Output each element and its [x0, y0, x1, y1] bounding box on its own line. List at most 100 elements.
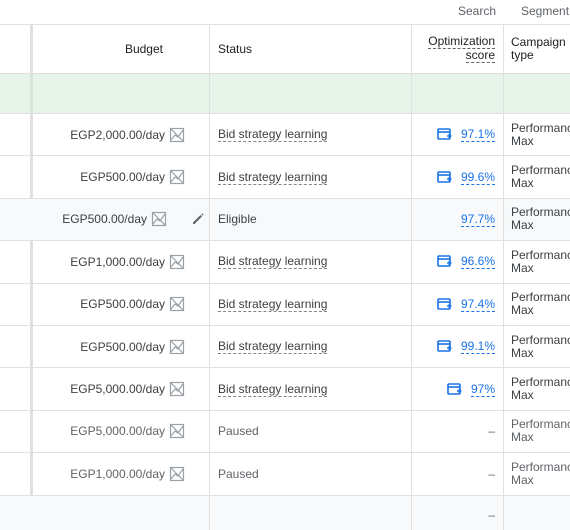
- status-cell[interactable]: Bid strategy learning: [210, 368, 412, 410]
- budget-report-chart-icon[interactable]: [169, 296, 185, 312]
- budget-cell[interactable]: EGP500.00/day: [33, 156, 210, 198]
- table-row[interactable]: EGP500.00/day Bid strategy learning 99.1…: [0, 325, 570, 369]
- optimization-score-value[interactable]: 96.6%: [460, 254, 495, 270]
- optimization-score-value[interactable]: 99.1%: [460, 339, 495, 355]
- optimization-score-cell[interactable]: –: [412, 410, 504, 453]
- status-text[interactable]: Bid strategy learning: [218, 127, 328, 143]
- budget-cell[interactable]: EGP500.00/day: [33, 283, 210, 325]
- row-lead-cell: [0, 368, 30, 409]
- table-row[interactable]: EGP1,000.00/day Paused – Performance Max: [0, 453, 570, 496]
- optimization-score-column-header[interactable]: Optimization score: [412, 25, 504, 73]
- table-row[interactable]: EGP5,000.00/day Bid strategy learning 97…: [0, 368, 570, 411]
- budget-cell[interactable]: EGP500.00/day: [33, 325, 210, 368]
- status-text[interactable]: Bid strategy learning: [218, 254, 328, 270]
- budget-cell[interactable]: EGP500.00/day: [33, 198, 210, 241]
- table-footer-row: –: [0, 495, 570, 530]
- optimization-score-cell[interactable]: 97.4%: [412, 283, 504, 325]
- status-text[interactable]: Eligible: [218, 212, 257, 226]
- table-toolbar: Search Segment: [0, 0, 570, 24]
- table-row[interactable]: EGP500.00/day Eligible 97.7% Performance…: [0, 198, 570, 242]
- budget-report-chart-icon[interactable]: [169, 169, 185, 185]
- budget-value: EGP2,000.00/day: [70, 127, 165, 142]
- optimization-score-value: –: [488, 466, 495, 481]
- budget-cell[interactable]: EGP2,000.00/day: [33, 114, 210, 156]
- apply-recommendation-icon[interactable]: [437, 340, 452, 353]
- status-cell[interactable]: Bid strategy learning: [210, 114, 412, 156]
- campaign-type-line2: Max: [511, 260, 534, 275]
- apply-recommendation-icon[interactable]: [437, 255, 452, 268]
- edit-budget-pencil-icon[interactable]: [191, 212, 205, 226]
- table-row[interactable]: EGP1,000.00/day Bid strategy learning 96…: [0, 241, 570, 284]
- footer-type-cell: [504, 495, 570, 530]
- optimization-score-cell[interactable]: 97.1%: [412, 114, 504, 156]
- optimization-score-cell[interactable]: 99.6%: [412, 156, 504, 198]
- table-row[interactable]: EGP500.00/day Bid strategy learning 97.4…: [0, 283, 570, 326]
- optimization-score-value[interactable]: 97.1%: [460, 127, 495, 143]
- table-row[interactable]: EGP2,000.00/day Bid strategy learning 97…: [0, 114, 570, 157]
- budget-report-chart-icon[interactable]: [169, 423, 185, 439]
- status-cell[interactable]: Eligible: [210, 198, 412, 241]
- footer-opt-cell: –: [412, 495, 504, 530]
- status-cell[interactable]: Bid strategy learning: [210, 156, 412, 198]
- row-lead-cell: [0, 241, 30, 282]
- budget-report-chart-icon[interactable]: [169, 339, 185, 355]
- apply-recommendation-icon[interactable]: [437, 128, 452, 141]
- optimization-score-cell[interactable]: –: [412, 453, 504, 495]
- row-lead-cell: [0, 284, 30, 325]
- status-text[interactable]: Paused: [218, 467, 259, 481]
- budget-cell[interactable]: EGP1,000.00/day: [33, 453, 210, 495]
- apply-recommendation-icon[interactable]: [447, 382, 462, 396]
- total-status-cell: [210, 74, 412, 113]
- apply-recommendation-icon[interactable]: [437, 297, 452, 311]
- campaign-type-line2: Max: [511, 303, 534, 318]
- optimization-score-value[interactable]: 97%: [470, 382, 495, 397]
- campaign-type-cell: Performance Max: [504, 241, 570, 282]
- status-cell[interactable]: Bid strategy learning: [210, 325, 412, 368]
- campaign-type-column-header[interactable]: Campaign type: [504, 25, 570, 73]
- row-lead-cell: [0, 114, 30, 155]
- budget-report-chart-icon[interactable]: [151, 211, 167, 227]
- budget-column-header[interactable]: Budget: [33, 25, 210, 73]
- table-row[interactable]: EGP5,000.00/day Paused – Performance Max: [0, 410, 570, 454]
- campaign-type-line2: Max: [511, 345, 534, 360]
- total-type-cell: [504, 74, 570, 113]
- optimization-score-value[interactable]: 97.4%: [460, 297, 495, 312]
- search-button[interactable]: Search: [458, 4, 496, 18]
- status-text[interactable]: Bid strategy learning: [218, 382, 328, 397]
- campaign-type-line2: Max: [511, 472, 534, 487]
- footer-lead-cell: [0, 495, 30, 530]
- status-cell[interactable]: Bid strategy learning: [210, 241, 412, 283]
- budget-report-chart-icon[interactable]: [169, 381, 185, 397]
- table-row[interactable]: EGP500.00/day Bid strategy learning 99.6…: [0, 156, 570, 199]
- status-text[interactable]: Paused: [218, 424, 259, 438]
- budget-cell[interactable]: EGP1,000.00/day: [33, 241, 210, 283]
- status-cell[interactable]: Bid strategy learning: [210, 283, 412, 325]
- budget-cell[interactable]: EGP5,000.00/day: [33, 368, 210, 410]
- total-row: [0, 74, 570, 114]
- budget-report-chart-icon[interactable]: [169, 127, 185, 143]
- row-lead-cell: [0, 411, 30, 452]
- budget-value: EGP1,000.00/day: [70, 254, 165, 269]
- optimization-score-value: –: [488, 424, 495, 439]
- optimization-score-cell[interactable]: 96.6%: [412, 241, 504, 283]
- status-text[interactable]: Bid strategy learning: [218, 297, 328, 312]
- optimization-score-cell[interactable]: 97.7%: [412, 198, 504, 241]
- segment-button[interactable]: Segment: [521, 4, 569, 18]
- apply-recommendation-icon[interactable]: [437, 170, 452, 184]
- optimization-score-value[interactable]: 97.7%: [460, 212, 495, 227]
- status-cell[interactable]: Paused: [210, 410, 412, 453]
- status-cell[interactable]: Paused: [210, 453, 412, 495]
- budget-cell[interactable]: EGP5,000.00/day: [33, 410, 210, 453]
- campaign-type-cell: Performance Max: [504, 284, 570, 325]
- campaign-type-cell: Performance Max: [504, 411, 570, 452]
- optimization-score-cell[interactable]: 97%: [412, 368, 504, 410]
- campaign-type-line2: Max: [511, 388, 534, 403]
- status-text[interactable]: Bid strategy learning: [218, 339, 328, 355]
- budget-report-chart-icon[interactable]: [169, 466, 185, 482]
- optimization-score-cell[interactable]: 99.1%: [412, 325, 504, 368]
- status-column-header[interactable]: Status: [210, 25, 412, 73]
- campaign-type-line1: Performance: [511, 332, 570, 347]
- optimization-score-value[interactable]: 99.6%: [460, 170, 495, 185]
- status-text[interactable]: Bid strategy learning: [218, 170, 328, 185]
- budget-report-chart-icon[interactable]: [169, 254, 185, 270]
